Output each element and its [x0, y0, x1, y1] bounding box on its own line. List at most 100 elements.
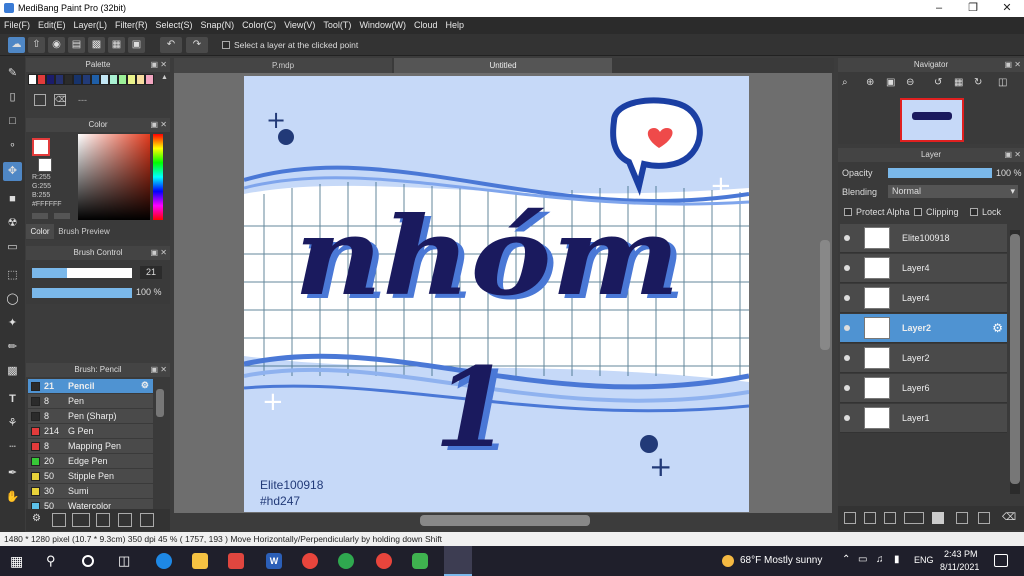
zalo-icon[interactable] [412, 553, 428, 569]
menu-filter[interactable]: Filter(R) [111, 17, 152, 34]
palette-scroll-icon[interactable]: ▲ [161, 74, 168, 86]
visibility-eye-icon[interactable] [844, 295, 850, 301]
undo-icon[interactable]: ↶ [160, 37, 182, 53]
word-icon[interactable]: W [266, 553, 282, 569]
store-icon[interactable] [228, 553, 244, 569]
zoom-actual-icon[interactable]: ▣ [886, 77, 898, 89]
layer-row[interactable]: Layer6 [840, 374, 1007, 403]
windows-start-icon[interactable]: ▦ [10, 553, 26, 569]
rotate-right-icon[interactable]: ↻ [974, 77, 986, 89]
brush-tool-icon[interactable]: ✎ [3, 64, 22, 83]
weather-text[interactable]: 68°F Mostly sunny [740, 555, 822, 566]
zoom-out-icon[interactable]: ⊖ [906, 77, 918, 89]
panel-close-icon[interactable]: ▣ ✕ [151, 58, 167, 72]
brush-size-value[interactable]: 21 [140, 266, 162, 279]
panel-close-icon[interactable]: ▣ ✕ [1005, 58, 1021, 72]
palette-swatch[interactable] [73, 74, 82, 85]
unikey-icon[interactable] [338, 553, 354, 569]
brush-item[interactable]: 8 Mapping Pen [28, 439, 153, 454]
visibility-eye-icon[interactable] [844, 385, 850, 391]
layer-row[interactable]: Layer2 ⚙ [840, 314, 1007, 343]
merge-layer-icon[interactable] [978, 512, 990, 524]
layer-row[interactable]: Layer2 [840, 344, 1007, 373]
brush-item[interactable]: 30 Sumi [28, 484, 153, 499]
fit-screen-icon[interactable]: ▦ [954, 77, 966, 89]
gradient-tool-icon[interactable]: ▭ [3, 238, 22, 257]
new-brush-icon[interactable] [52, 513, 66, 527]
new-palette-icon[interactable] [34, 94, 46, 106]
gear-icon[interactable]: ⚙ [992, 321, 1003, 335]
flip-icon[interactable]: ◫ [998, 77, 1010, 89]
layer-scrollbar-thumb[interactable] [1010, 234, 1020, 484]
tab-brush-preview[interactable]: Brush Preview [56, 224, 112, 239]
navigator-thumbnail[interactable] [900, 98, 964, 142]
menu-cloud[interactable]: Cloud [410, 17, 442, 34]
duplicate-layer-icon[interactable] [956, 512, 968, 524]
layer-menu-icon[interactable] [904, 512, 924, 524]
rect-select-icon[interactable]: □ [3, 112, 22, 131]
menu-help[interactable]: Help [441, 17, 468, 34]
menu-tool[interactable]: Tool(T) [319, 17, 355, 34]
canvas-vscrollbar[interactable] [820, 240, 830, 350]
magic-wand-icon[interactable]: ✦ [3, 314, 22, 333]
move-tool-icon[interactable]: ✥ [3, 162, 22, 181]
select-layer-checkbox[interactable] [222, 41, 230, 49]
brush-item[interactable]: 8 Pen (Sharp) [28, 409, 153, 424]
palette-swatch[interactable] [100, 74, 109, 85]
network-icon[interactable]: ▭ [858, 554, 867, 565]
hue-slider[interactable] [153, 134, 163, 220]
share-icon[interactable]: ⇧ [28, 37, 45, 53]
cloud-icon[interactable]: ☁ [8, 37, 25, 53]
operation-tool-icon[interactable]: ⚘ [3, 414, 22, 433]
delete-palette-icon[interactable]: ⌫ [54, 94, 66, 106]
selection-tool-icon[interactable]: ⬚ [3, 266, 22, 285]
brush-item[interactable]: 8 Pen [28, 394, 153, 409]
color-swap-icon[interactable] [54, 213, 70, 219]
fill-shape-icon[interactable]: ■ [3, 190, 22, 209]
select-pen-icon[interactable]: ✏ [3, 338, 22, 357]
brush-copy-icon[interactable] [96, 513, 110, 527]
brush-list-scrollbar[interactable] [156, 389, 164, 417]
menu-snap[interactable]: Snap(N) [197, 17, 239, 34]
lock-checkbox[interactable] [970, 208, 978, 216]
protect-alpha-checkbox[interactable] [844, 208, 852, 216]
tab-untitled[interactable]: Untitled [394, 58, 612, 73]
palette-swatch[interactable] [127, 74, 136, 85]
menu-edit[interactable]: Edit(E) [34, 17, 70, 34]
brush-menu-icon[interactable] [72, 513, 90, 527]
tiles-icon[interactable]: ▣ [128, 37, 145, 53]
palette-swatch[interactable] [46, 74, 55, 85]
visibility-eye-icon[interactable] [844, 355, 850, 361]
menu-window[interactable]: Window(W) [355, 17, 410, 34]
clipping-checkbox[interactable] [914, 208, 922, 216]
panel-close-icon[interactable]: ▣ ✕ [151, 118, 167, 132]
canvas-hscrollbar[interactable] [420, 515, 590, 526]
palette-swatch[interactable] [55, 74, 64, 85]
clock-date[interactable]: 8/11/2021 [940, 562, 979, 572]
visibility-eye-icon[interactable] [844, 325, 850, 331]
chrome-icon[interactable] [302, 553, 318, 569]
menu-select[interactable]: Select(S) [152, 17, 197, 34]
color-sv-picker[interactable] [78, 134, 150, 220]
new-layer-icon[interactable] [844, 512, 856, 524]
background-color-swatch[interactable] [38, 158, 52, 172]
menu-view[interactable]: View(V) [280, 17, 319, 34]
panel-close-icon[interactable]: ▣ ✕ [1005, 148, 1021, 162]
layer-row[interactable]: Layer1 [840, 404, 1007, 433]
page-icon[interactable]: ▩ [88, 37, 105, 53]
comic-icon[interactable]: ▤ [68, 37, 85, 53]
task-view-icon[interactable]: ◫ [118, 553, 134, 569]
color-add-icon[interactable] [32, 213, 48, 219]
brush-item[interactable]: 50 Stipple Pen [28, 469, 153, 484]
layer-row[interactable]: Elite100918 [840, 224, 1007, 253]
palette-swatch[interactable] [28, 74, 37, 85]
minimize-button[interactable]: – [922, 0, 956, 17]
search-icon[interactable]: ⚲ [46, 553, 62, 569]
artboard[interactable]: + + + + nhóm nhóm 1 1 Elite100918 #hd247 [244, 76, 749, 512]
cortana-icon[interactable] [82, 555, 94, 567]
lasso-tool-icon[interactable]: ◯ [3, 290, 22, 309]
palette-swatch[interactable] [145, 74, 154, 85]
menu-file[interactable]: File(F) [0, 17, 34, 34]
palette-swatch[interactable] [82, 74, 91, 85]
visibility-eye-icon[interactable] [844, 265, 850, 271]
